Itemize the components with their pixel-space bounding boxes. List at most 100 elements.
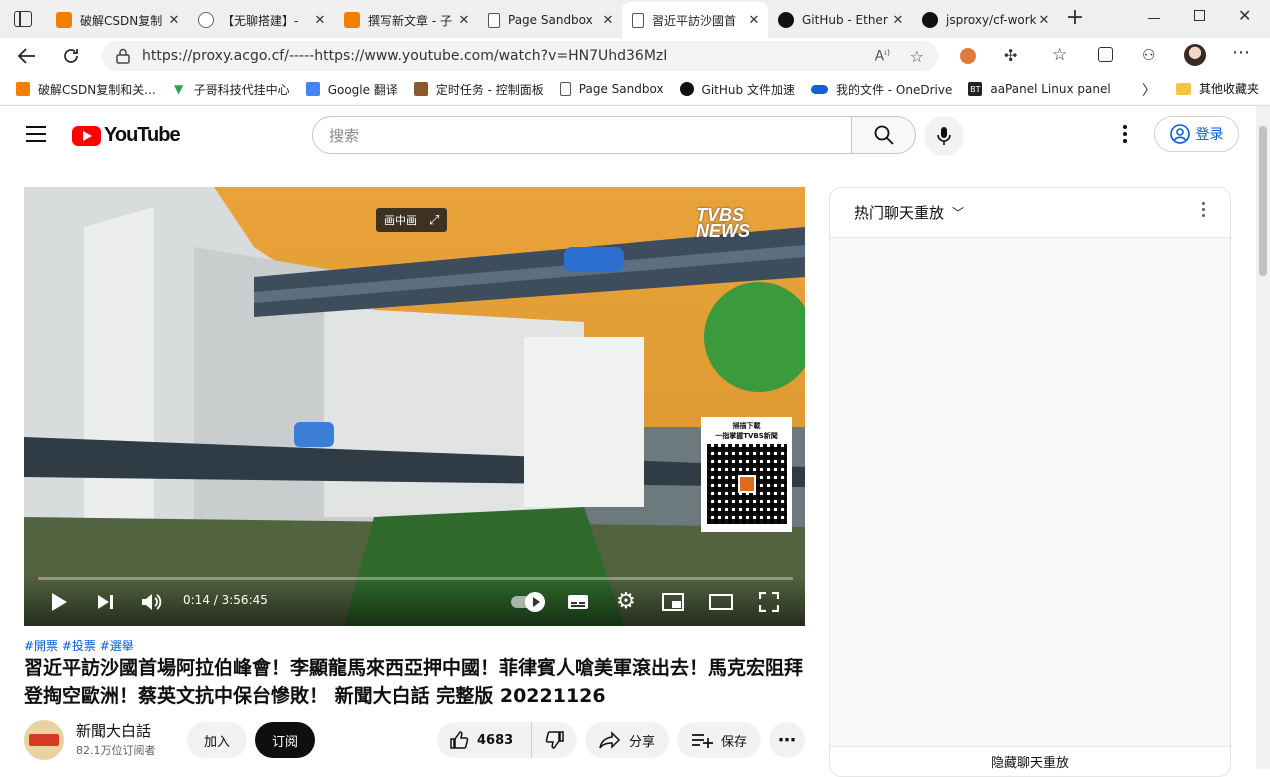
time-display: 0:14 / 3:56:45 <box>183 593 268 607</box>
chat-messages-area <box>830 238 1230 746</box>
miniplayer-button[interactable] <box>661 591 685 613</box>
bookmark-item[interactable]: 定时任务 - 控制面板 <box>413 81 544 98</box>
reload-button[interactable] <box>58 44 84 68</box>
settings-button[interactable]: ⚙ <box>614 591 638 613</box>
close-tab-icon[interactable]: ✕ <box>1036 13 1052 28</box>
tab-1[interactable]: 破解CSDN复制 ✕ <box>46 4 188 36</box>
picture-in-picture-badge[interactable]: 画中画 ⤢ <box>376 208 448 232</box>
channel-name[interactable]: 新聞大白話 <box>76 720 151 741</box>
save-button[interactable]: 保存 <box>677 722 761 758</box>
extension-icon[interactable] <box>960 48 976 64</box>
volume-button[interactable] <box>140 591 164 613</box>
tab-7[interactable]: jsproxy/cf-work ✕ <box>912 4 1058 36</box>
tvbs-news-logo: TVBS NEWS <box>696 205 750 241</box>
v-icon: ▼ <box>174 82 184 96</box>
chat-more-icon[interactable] <box>1202 202 1206 217</box>
join-button[interactable]: 加入 <box>187 722 247 758</box>
hide-chat-button[interactable]: 隐藏聊天重放 <box>830 746 1230 776</box>
share-extension-icon[interactable]: ⚇ <box>1142 46 1155 64</box>
thumbs-up-icon <box>450 731 469 749</box>
subscribe-button[interactable]: 订阅 <box>255 722 315 758</box>
progress-fill <box>36 577 38 580</box>
hashtags[interactable]: #開票 #投票 #選舉 <box>24 637 134 654</box>
login-button[interactable]: 登录 <box>1154 116 1239 152</box>
read-aloud-icon[interactable]: Aι) <box>875 48 890 65</box>
tab-title: 習近平訪沙國首 <box>652 13 737 28</box>
add-favorite-icon[interactable]: ☆ <box>910 47 924 66</box>
tab-title: 破解CSDN复制 <box>80 13 163 28</box>
next-button[interactable] <box>94 591 116 613</box>
youtube-logo[interactable]: YouTube <box>72 124 181 147</box>
collections-icon[interactable] <box>1098 47 1113 62</box>
bookmark-item[interactable]: GitHub 文件加速 <box>679 81 795 98</box>
bookmark-item[interactable]: ▼ 子哥科技代挂中心 <box>172 81 290 98</box>
close-tab-icon[interactable]: ✕ <box>600 13 616 28</box>
settings-more-icon[interactable] <box>1122 124 1128 144</box>
fullscreen-button[interactable] <box>758 591 780 613</box>
autoplay-toggle[interactable] <box>510 592 546 612</box>
chat-mode-dropdown[interactable]: 热门聊天重放 ﹀ <box>854 202 964 223</box>
maximize-button[interactable] <box>1194 10 1205 21</box>
address-bar[interactable]: https://proxy.acgo.cf/-----https://www.y… <box>102 41 938 71</box>
like-button[interactable]: 4683 <box>437 722 531 758</box>
google-translate-icon <box>305 82 320 96</box>
new-tab-button[interactable]: + <box>1064 7 1086 30</box>
lock-icon <box>116 48 130 64</box>
share-label: 分享 <box>628 734 655 750</box>
scrollbar-thumb[interactable] <box>1259 126 1267 276</box>
bookmark-item[interactable]: Google 翻译 <box>305 81 398 98</box>
play-icon <box>52 593 67 611</box>
bookmarks-overflow-chevron-icon[interactable]: 〉 <box>1142 80 1156 100</box>
bookmark-item[interactable]: Page Sandbox <box>559 82 664 96</box>
subtitles-icon <box>568 595 588 609</box>
bookmark-item[interactable]: BT aaPanel Linux panel <box>968 82 1111 96</box>
tab-5[interactable]: 習近平訪沙國首 ✕ <box>622 2 768 38</box>
hide-chat-label: 隐藏聊天重放 <box>990 756 1069 771</box>
extensions-puzzle-icon[interactable]: ✣ <box>1004 46 1017 65</box>
video-player[interactable]: 画中画 ⤢ TVBS NEWS 掃描下載 一指掌握TVBS新聞 0:14 / 3… <box>24 187 805 626</box>
bt-icon: BT <box>968 82 983 96</box>
join-label: 加入 <box>203 734 230 750</box>
theater-mode-button[interactable] <box>708 591 734 613</box>
more-menu-icon[interactable]: ⋯ <box>1232 42 1250 63</box>
progress-bar[interactable] <box>36 577 793 580</box>
bookmark-item[interactable]: 破解CSDN复制和关... <box>16 81 156 98</box>
tab-2[interactable]: 【无聊搭建】- ✕ <box>188 4 334 36</box>
menu-hamburger-icon[interactable] <box>26 126 46 142</box>
search-button[interactable] <box>852 116 916 154</box>
more-actions-button[interactable]: ⋯ <box>769 722 805 758</box>
tab-3[interactable]: 撰写新文章 - 子 ✕ <box>334 4 478 36</box>
channel-avatar[interactable] <box>24 720 64 760</box>
url-text: https://proxy.acgo.cf/-----https://www.y… <box>142 48 668 64</box>
close-tab-icon[interactable]: ✕ <box>746 13 762 28</box>
dislike-button[interactable] <box>531 722 577 758</box>
profile-avatar[interactable] <box>1184 44 1206 66</box>
bookmark-item[interactable]: 我的文件 - OneDrive <box>810 81 952 98</box>
tab-bar: 破解CSDN复制 ✕ 【无聊搭建】- ✕ 撰写新文章 - 子 ✕ Page Sandbox ✕… <box>0 0 1270 38</box>
more-horizontal-icon: ⋯ <box>778 729 796 751</box>
github-icon <box>778 12 794 28</box>
favorites-icon[interactable]: ☆ <box>1052 45 1067 65</box>
qr-code-panel: 掃描下載 一指掌握TVBS新聞 <box>701 417 792 532</box>
search-input[interactable]: 搜索 <box>312 116 852 154</box>
minimize-button[interactable] <box>1148 18 1160 19</box>
tab-actions-icon[interactable] <box>14 11 32 27</box>
close-tab-icon[interactable]: ✕ <box>312 13 328 28</box>
like-count: 4683 <box>477 732 514 748</box>
back-button[interactable] <box>14 44 40 68</box>
bookmark-label: 破解CSDN复制和关... <box>38 82 156 97</box>
close-tab-icon[interactable]: ✕ <box>456 13 472 28</box>
other-bookmarks[interactable]: 其他收藏夹 <box>1176 80 1259 97</box>
tab-6[interactable]: GitHub - Ether ✕ <box>768 4 912 36</box>
close-tab-icon[interactable]: ✕ <box>166 13 182 28</box>
youtube-header: YouTube 搜索 登录 <box>0 106 1256 162</box>
close-window-button[interactable]: ✕ <box>1238 6 1251 25</box>
page-scrollbar[interactable] <box>1256 106 1270 769</box>
share-button[interactable]: 分享 <box>585 722 669 758</box>
github-icon <box>922 12 938 28</box>
tab-4[interactable]: Page Sandbox ✕ <box>478 4 622 36</box>
voice-search-button[interactable] <box>924 116 964 156</box>
play-button[interactable] <box>48 591 70 613</box>
close-tab-icon[interactable]: ✕ <box>890 13 906 28</box>
subtitles-button[interactable] <box>566 591 590 613</box>
